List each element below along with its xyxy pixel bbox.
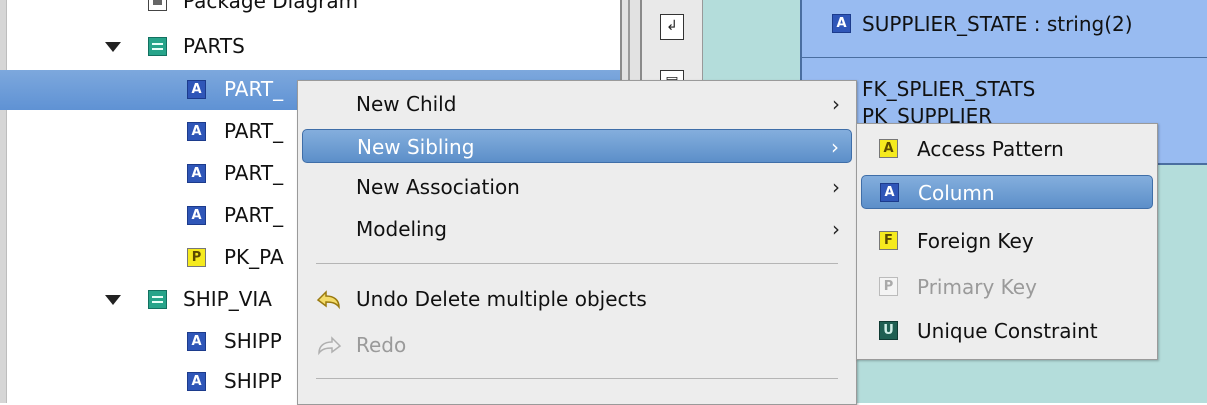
menu-item-new-child[interactable]: New Child › <box>302 87 852 121</box>
table-icon <box>148 37 167 56</box>
access-pattern-icon: A <box>879 139 898 158</box>
menu-item-label: New Child <box>356 92 457 116</box>
menu-item-new-association[interactable]: New Association › <box>302 170 852 204</box>
column-icon: A <box>880 183 899 202</box>
primary-key-icon: P <box>187 248 206 267</box>
table-icon <box>148 290 167 309</box>
column-icon: A <box>187 122 206 141</box>
entity-column-label: SUPPLIER_STATE : string(2) <box>862 12 1133 36</box>
collapse-triangle-icon[interactable] <box>105 295 121 305</box>
column-icon: A <box>187 206 206 225</box>
menu-item-label: Undo Delete multiple objects <box>356 287 647 311</box>
submenu-item-label: Foreign Key <box>917 229 1034 253</box>
submenu-item-unique-constraint[interactable]: U Unique Constraint <box>861 314 1153 348</box>
unique-constraint-icon: U <box>879 321 898 340</box>
new-sibling-submenu[interactable]: A Access Pattern A Column F Foreign Key … <box>856 123 1158 360</box>
menu-item-label: New Association <box>356 175 520 199</box>
tree-item-label: PART_ <box>224 77 284 101</box>
column-icon: A <box>832 14 851 33</box>
menu-item-redo[interactable]: Redo <box>302 328 852 362</box>
submenu-item-primary-key[interactable]: P Primary Key <box>861 270 1153 304</box>
tree-item-parts[interactable]: PARTS <box>0 27 620 67</box>
menu-separator <box>316 378 838 379</box>
context-menu[interactable]: New Child › New Sibling › New Associatio… <box>297 80 857 405</box>
menu-item-modeling[interactable]: Modeling › <box>302 212 852 246</box>
entity-divider <box>802 57 1207 58</box>
tree-item-label: PART_ <box>224 161 284 185</box>
column-icon: A <box>187 80 206 99</box>
palette-insert-icon[interactable]: ↲ <box>660 14 684 40</box>
tree-item-label: PARTS <box>183 34 245 58</box>
column-icon: A <box>187 332 206 351</box>
submenu-arrow-icon: › <box>831 135 839 159</box>
submenu-item-label: Unique Constraint <box>917 319 1098 343</box>
tree-item-label: SHIP_VIA <box>183 287 272 311</box>
primary-key-icon: P <box>879 277 898 296</box>
submenu-item-label: Column <box>918 181 995 205</box>
tree-item-label: SHIPP <box>224 369 282 393</box>
tree-item-package-diagram[interactable]: Package Diagram <box>0 0 620 22</box>
collapse-triangle-icon[interactable] <box>105 42 121 52</box>
column-icon: A <box>187 164 206 183</box>
entity-foreign-key-label: FK_SPLIER_STATS <box>862 77 1036 101</box>
tree-item-label: PART_ <box>224 203 284 227</box>
tree-item-label: Package Diagram <box>183 0 359 13</box>
redo-icon <box>318 336 342 356</box>
menu-item-new-sibling[interactable]: New Sibling › <box>302 129 852 163</box>
tree-item-label: SHIPP <box>224 329 282 353</box>
submenu-item-access-pattern[interactable]: A Access Pattern <box>861 132 1153 166</box>
submenu-arrow-icon: › <box>832 217 840 241</box>
submenu-arrow-icon: › <box>832 175 840 199</box>
submenu-item-label: Primary Key <box>917 275 1037 299</box>
menu-item-label: Redo <box>356 333 407 357</box>
submenu-item-label: Access Pattern <box>917 137 1064 161</box>
foreign-key-icon: F <box>879 231 898 250</box>
submenu-item-foreign-key[interactable]: F Foreign Key <box>861 224 1153 258</box>
menu-separator <box>316 263 838 264</box>
submenu-item-column[interactable]: A Column <box>861 175 1153 209</box>
tree-item-label: PK_PA <box>224 245 284 269</box>
menu-item-label: Modeling <box>356 217 447 241</box>
column-icon: A <box>187 372 206 391</box>
submenu-arrow-icon: › <box>832 92 840 116</box>
undo-icon <box>316 290 340 310</box>
menu-item-label: New Sibling <box>357 135 475 159</box>
package-diagram-icon <box>148 0 167 11</box>
tree-item-label: PART_ <box>224 119 284 143</box>
menu-item-undo[interactable]: Undo Delete multiple objects <box>302 282 852 316</box>
